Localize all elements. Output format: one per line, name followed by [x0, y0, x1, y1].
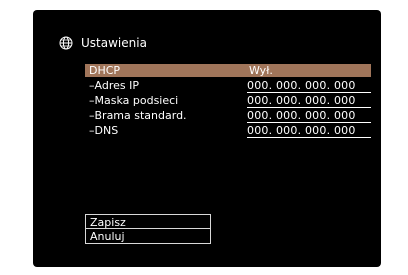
settings-header: Ustawienia: [59, 36, 147, 50]
settings-screen: Ustawienia DHCP Wył. –Adres IP 000. 000.…: [33, 10, 381, 267]
cancel-button[interactable]: Anuluj: [85, 229, 211, 244]
setting-row-dns[interactable]: –DNS 000. 000. 000. 000: [85, 124, 371, 138]
setting-label-ip-address: –Adres IP: [89, 79, 139, 92]
globe-icon: [59, 36, 73, 50]
action-buttons: Zapisz Anuluj: [85, 214, 211, 244]
page-title: Ustawienia: [81, 36, 147, 50]
setting-value-dhcp: Wył.: [249, 64, 273, 77]
dns-field[interactable]: 000. 000. 000. 000: [247, 124, 371, 138]
setting-label-dhcp: DHCP: [89, 64, 121, 77]
setting-row-dhcp[interactable]: DHCP Wył.: [85, 64, 371, 77]
setting-row-gateway[interactable]: –Brama standard. 000. 000. 000. 000: [85, 109, 371, 123]
setting-row-subnet-mask[interactable]: –Maska podsieci 000. 000. 000. 000: [85, 94, 371, 108]
subnet-mask-field[interactable]: 000. 000. 000. 000: [247, 94, 371, 108]
setting-label-dns: –DNS: [89, 124, 119, 137]
setting-label-gateway: –Brama standard.: [89, 109, 187, 122]
gateway-field[interactable]: 000. 000. 000. 000: [247, 109, 371, 123]
setting-label-subnet-mask: –Maska podsieci: [89, 94, 179, 107]
setting-row-ip-address[interactable]: –Adres IP 000. 000. 000. 000: [85, 79, 371, 93]
network-settings-list: DHCP Wył. –Adres IP 000. 000. 000. 000 –…: [85, 64, 371, 139]
ip-address-field[interactable]: 000. 000. 000. 000: [247, 79, 371, 93]
save-button[interactable]: Zapisz: [85, 214, 211, 229]
